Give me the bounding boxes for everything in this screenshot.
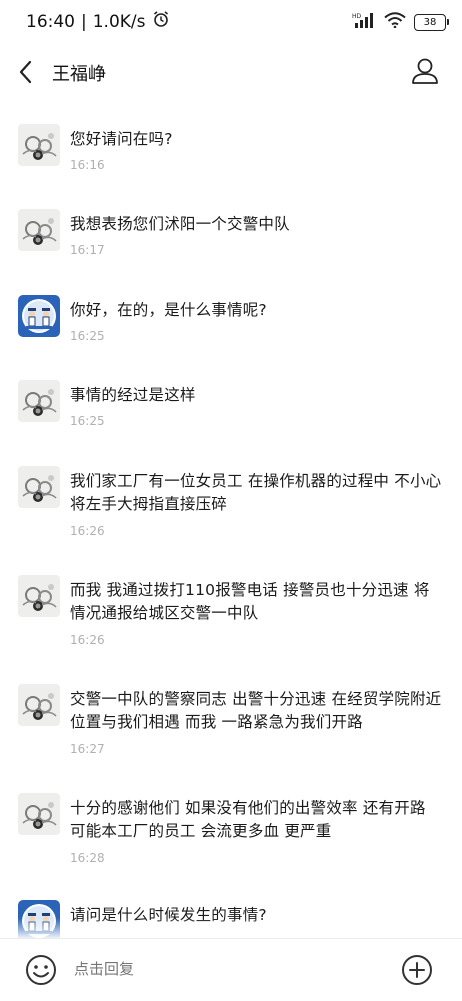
message-time: 16:25 (70, 329, 105, 343)
battery-indicator: 38 (414, 13, 449, 31)
person-icon (410, 58, 440, 90)
message-time: 16:17 (70, 243, 105, 257)
add-button[interactable] (400, 953, 434, 987)
avatar[interactable] (18, 380, 60, 422)
reply-bar (0, 938, 462, 1001)
police-avatar[interactable] (18, 295, 60, 337)
avatar[interactable] (18, 124, 60, 166)
chat-title: 王福峥 (52, 64, 106, 85)
avatar[interactable] (18, 793, 60, 835)
message-time: 16:26 (70, 524, 105, 538)
avatar[interactable] (18, 575, 60, 617)
message-text: 我们家工厂有一位女员工 在操作机器的过程中 不小心将左手大拇指直接压碎 (70, 472, 442, 513)
message-time: 16:16 (70, 158, 105, 172)
message-text: 我想表扬您们沭阳一个交警中队 (70, 215, 290, 233)
message-time: 16:26 (70, 633, 105, 647)
message-list[interactable]: 您好请问在吗? 16:16 我想表扬您们沭阳一个交警中队 16:17 你好，在的… (0, 108, 462, 938)
status-right: HD 38 (352, 12, 449, 32)
message-time: 16:28 (70, 851, 105, 865)
avatar[interactable] (18, 209, 60, 251)
emoji-button[interactable] (24, 953, 58, 987)
reply-input[interactable] (72, 959, 376, 979)
chevron-left-icon (14, 60, 40, 90)
message-time: 16:25 (70, 414, 105, 428)
message-text: 事情的经过是这样 (70, 386, 196, 404)
avatar[interactable] (18, 684, 60, 726)
alarm-icon (152, 10, 170, 33)
status-bar: 16:40 | 1.0K/s HD 38 (0, 0, 462, 44)
smiley-icon (24, 955, 58, 991)
message-text: 而我 我通过拨打110报警电话 接警员也十分迅速 将情况通报给城区交警一中队 (70, 581, 430, 622)
plus-circle-icon (400, 955, 434, 991)
status-speed: 1.0K/s (92, 11, 146, 32)
signal-icon: HD (352, 12, 376, 32)
message-time: 16:27 (70, 742, 105, 756)
status-left: 16:40 | 1.0K/s (26, 10, 170, 33)
back-button[interactable] (14, 58, 40, 86)
message-text: 您好请问在吗? (70, 130, 173, 148)
status-divider: | (81, 11, 87, 32)
chat-header: 王福峥 (0, 44, 462, 100)
scroll-fade (0, 918, 462, 940)
message-text: 你好，在的，是什么事情呢? (70, 301, 267, 319)
wifi-icon (384, 12, 406, 32)
avatar[interactable] (18, 466, 60, 508)
message-text: 十分的感谢他们 如果没有他们的出警效率 还有开路 可能本工厂的员工 会流更多血 … (70, 799, 426, 840)
status-time: 16:40 (26, 11, 75, 32)
network-type: HD (352, 13, 362, 20)
message-text: 交警一中队的警察同志 出警十分迅速 在经贸学院附近位置与我们相遇 而我 一路紧急… (70, 690, 442, 731)
profile-button[interactable] (410, 56, 440, 86)
